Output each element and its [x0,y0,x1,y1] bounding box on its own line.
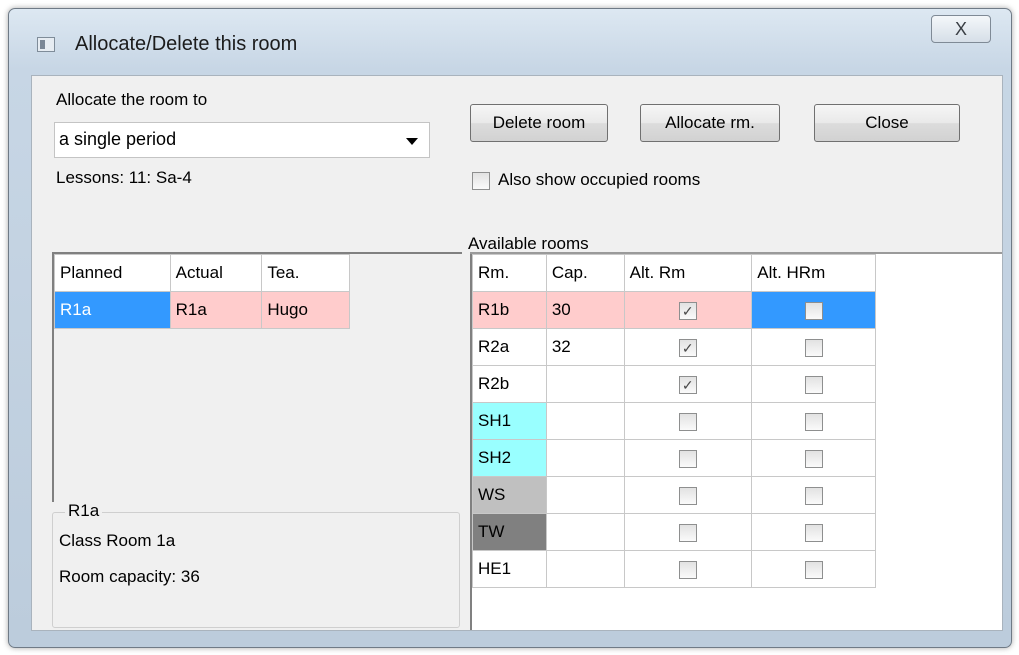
table-row[interactable]: R2b ✓ [472,365,876,403]
room-info-legend: R1a [65,501,103,521]
dialog-client: Allocate the room to a single period Les… [31,75,1003,631]
divider [470,252,1002,254]
available-rooms-label: Available rooms [468,234,589,253]
checkbox[interactable] [678,449,697,468]
checkbox-cell[interactable] [751,550,876,588]
table-row[interactable]: TW [472,513,876,551]
checked-checkbox[interactable]: ✓ [678,375,697,394]
checkbox[interactable] [678,523,697,542]
lesson-grid-header: Planned Actual Tea. [54,254,350,292]
cell-room[interactable]: R2b [472,365,547,403]
occupied-rooms-label: Also show occupied rooms [498,170,701,189]
checkbox[interactable] [804,338,823,357]
room-capacity: Room capacity: 36 [59,567,200,586]
header-room[interactable]: Rm. [472,254,547,292]
cell-room[interactable]: SH1 [472,402,547,440]
cell-room[interactable]: WS [472,476,547,514]
checkbox-cell[interactable] [623,513,753,551]
checkbox[interactable] [804,301,823,320]
room-info-group: R1a Class Room 1a Room capacity: 36 [52,501,460,628]
cell-room[interactable]: R2a [472,328,547,366]
cell-capacity[interactable] [545,439,625,477]
lesson-grid-frame: Planned Actual Tea. R1a R1a Hugo [52,252,462,502]
checked-checkbox[interactable]: ✓ [678,338,697,357]
checkbox-cell[interactable] [623,402,753,440]
checkbox[interactable] [678,486,697,505]
cell-actual[interactable]: R1a [169,291,263,329]
header-actual[interactable]: Actual [169,254,263,292]
checkbox-cell[interactable]: ✓ [623,291,753,329]
checkbox[interactable] [804,449,823,468]
chevron-down-icon[interactable] [406,138,418,145]
table-row[interactable]: SH1 [472,402,876,440]
cell-room[interactable]: TW [472,513,547,551]
table-row[interactable]: R2a 32 ✓ [472,328,876,366]
checkbox[interactable] [804,486,823,505]
app-icon [37,37,55,52]
rooms-grid: Rm. Cap. Alt. Rm Alt. HRm R1b 30 ✓ R2a 32 ✓ R2… [472,254,876,588]
header-alt-room[interactable]: Alt. Rm [623,254,753,292]
cell-room[interactable]: HE1 [472,550,547,588]
checkbox-cell[interactable] [751,365,876,403]
table-row[interactable]: HE1 [472,550,876,588]
cell-room[interactable]: SH2 [472,439,547,477]
window-title: Allocate/Delete this room [75,33,298,55]
room-name: Class Room 1a [59,531,176,550]
checkbox-cell[interactable] [751,328,876,366]
checkbox-cell[interactable]: ✓ [623,365,753,403]
rooms-grid-frame: Rm. Cap. Alt. Rm Alt. HRm R1b 30 ✓ R2a 32 ✓ R2… [470,252,1002,630]
checkbox[interactable] [804,375,823,394]
cell-teacher[interactable]: Hugo [261,291,350,329]
header-alt-home-room[interactable]: Alt. HRm [751,254,876,292]
allocate-combo[interactable]: a single period [54,122,430,158]
checkmark-icon: ✓ [681,376,694,393]
allocate-room-button[interactable]: Allocate rm. [640,104,780,142]
cell-capacity[interactable] [545,476,625,514]
checkbox-cell[interactable] [623,550,753,588]
checkbox[interactable] [804,523,823,542]
cell-capacity[interactable] [545,402,625,440]
cell-capacity[interactable] [545,513,625,551]
checkbox-cell[interactable] [751,402,876,440]
header-planned[interactable]: Planned [54,254,171,292]
table-row[interactable]: WS [472,476,876,514]
checkbox-cell[interactable] [751,476,876,514]
close-icon[interactable]: X [931,15,991,43]
cell-room[interactable]: R1b [472,291,547,329]
checkbox[interactable] [678,412,697,431]
checkbox-cell[interactable]: ✓ [623,328,753,366]
title-bar[interactable]: Allocate/Delete this room X [9,9,1011,75]
header-capacity[interactable]: Cap. [545,254,625,292]
checkbox[interactable] [678,560,697,579]
checkmark-icon: ✓ [681,339,694,356]
allocate-combo-value: a single period [59,129,177,149]
occupied-rooms-checkbox[interactable] [472,172,490,190]
lessons-info: Lessons: 11: Sa-4 [56,168,192,187]
cell-capacity[interactable]: 32 [545,328,625,366]
checkbox-cell[interactable] [751,439,876,477]
rooms-grid-header: Rm. Cap. Alt. Rm Alt. HRm [472,254,876,292]
cell-capacity[interactable]: 30 [545,291,625,329]
delete-room-button[interactable]: Delete room [470,104,608,142]
table-row[interactable]: R1a R1a Hugo [54,291,350,329]
dialog-window: Allocate/Delete this room X Allocate the… [8,8,1012,648]
cell-planned[interactable]: R1a [54,291,171,329]
cell-capacity[interactable] [545,550,625,588]
checkmark-icon: ✓ [681,302,694,319]
checkbox[interactable] [804,560,823,579]
checkbox-cell[interactable] [623,439,753,477]
checkbox-cell[interactable] [751,291,876,329]
header-teacher[interactable]: Tea. [261,254,350,292]
lesson-grid: Planned Actual Tea. R1a R1a Hugo [54,254,350,329]
close-button[interactable]: Close [814,104,960,142]
checkbox-cell[interactable] [623,476,753,514]
table-row[interactable]: R1b 30 ✓ [472,291,876,329]
table-row[interactable]: SH2 [472,439,876,477]
checkbox[interactable] [804,412,823,431]
allocate-label: Allocate the room to [56,90,208,109]
checkbox-cell[interactable] [751,513,876,551]
checked-checkbox[interactable]: ✓ [678,301,697,320]
cell-capacity[interactable] [545,365,625,403]
